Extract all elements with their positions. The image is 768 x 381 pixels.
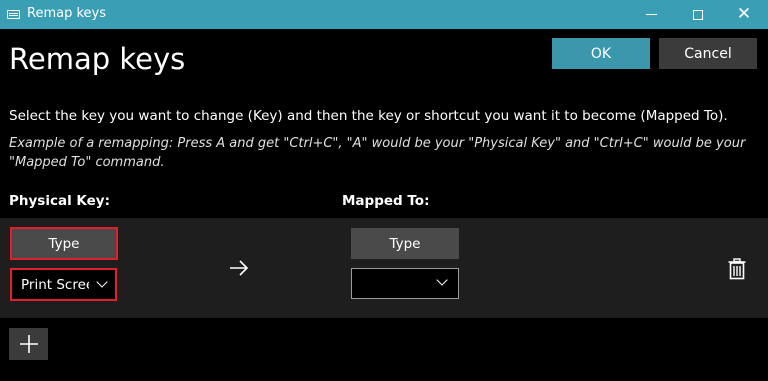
window-title: Remap keys — [27, 6, 106, 21]
ok-button[interactable]: OK — [552, 38, 650, 69]
instruction-text: Select the key you want to change (Key) … — [9, 108, 728, 124]
physical-type-button[interactable]: Type — [10, 227, 118, 260]
cancel-button[interactable]: Cancel — [659, 38, 757, 69]
minimize-icon — [645, 14, 657, 15]
add-mapping-button[interactable] — [9, 328, 48, 360]
mapped-type-button[interactable]: Type — [351, 228, 459, 259]
plus-icon — [19, 335, 38, 353]
maximize-icon — [693, 9, 703, 20]
chevron-down-icon — [436, 274, 448, 286]
physical-key-label: Physical Key: — [9, 193, 110, 209]
chevron-down-icon — [96, 276, 108, 288]
close-icon: ✕ — [736, 4, 752, 24]
page-title: Remap keys — [9, 42, 186, 76]
minimize-button[interactable] — [628, 0, 674, 29]
physical-key-select[interactable]: Print Scree — [10, 268, 117, 301]
keyboard-icon — [7, 10, 20, 19]
example-text: Example of a remapping: Press A and get … — [9, 136, 746, 170]
arrow-right-icon — [230, 260, 249, 276]
title-bar: Remap keys ✕ — [0, 0, 768, 29]
trash-icon[interactable] — [727, 258, 747, 280]
mapped-to-label: Mapped To: — [342, 193, 430, 209]
close-button[interactable]: ✕ — [721, 0, 767, 29]
maximize-button[interactable] — [675, 0, 721, 29]
mapped-key-select[interactable] — [351, 268, 459, 299]
physical-key-value: Print Scree — [21, 276, 89, 293]
